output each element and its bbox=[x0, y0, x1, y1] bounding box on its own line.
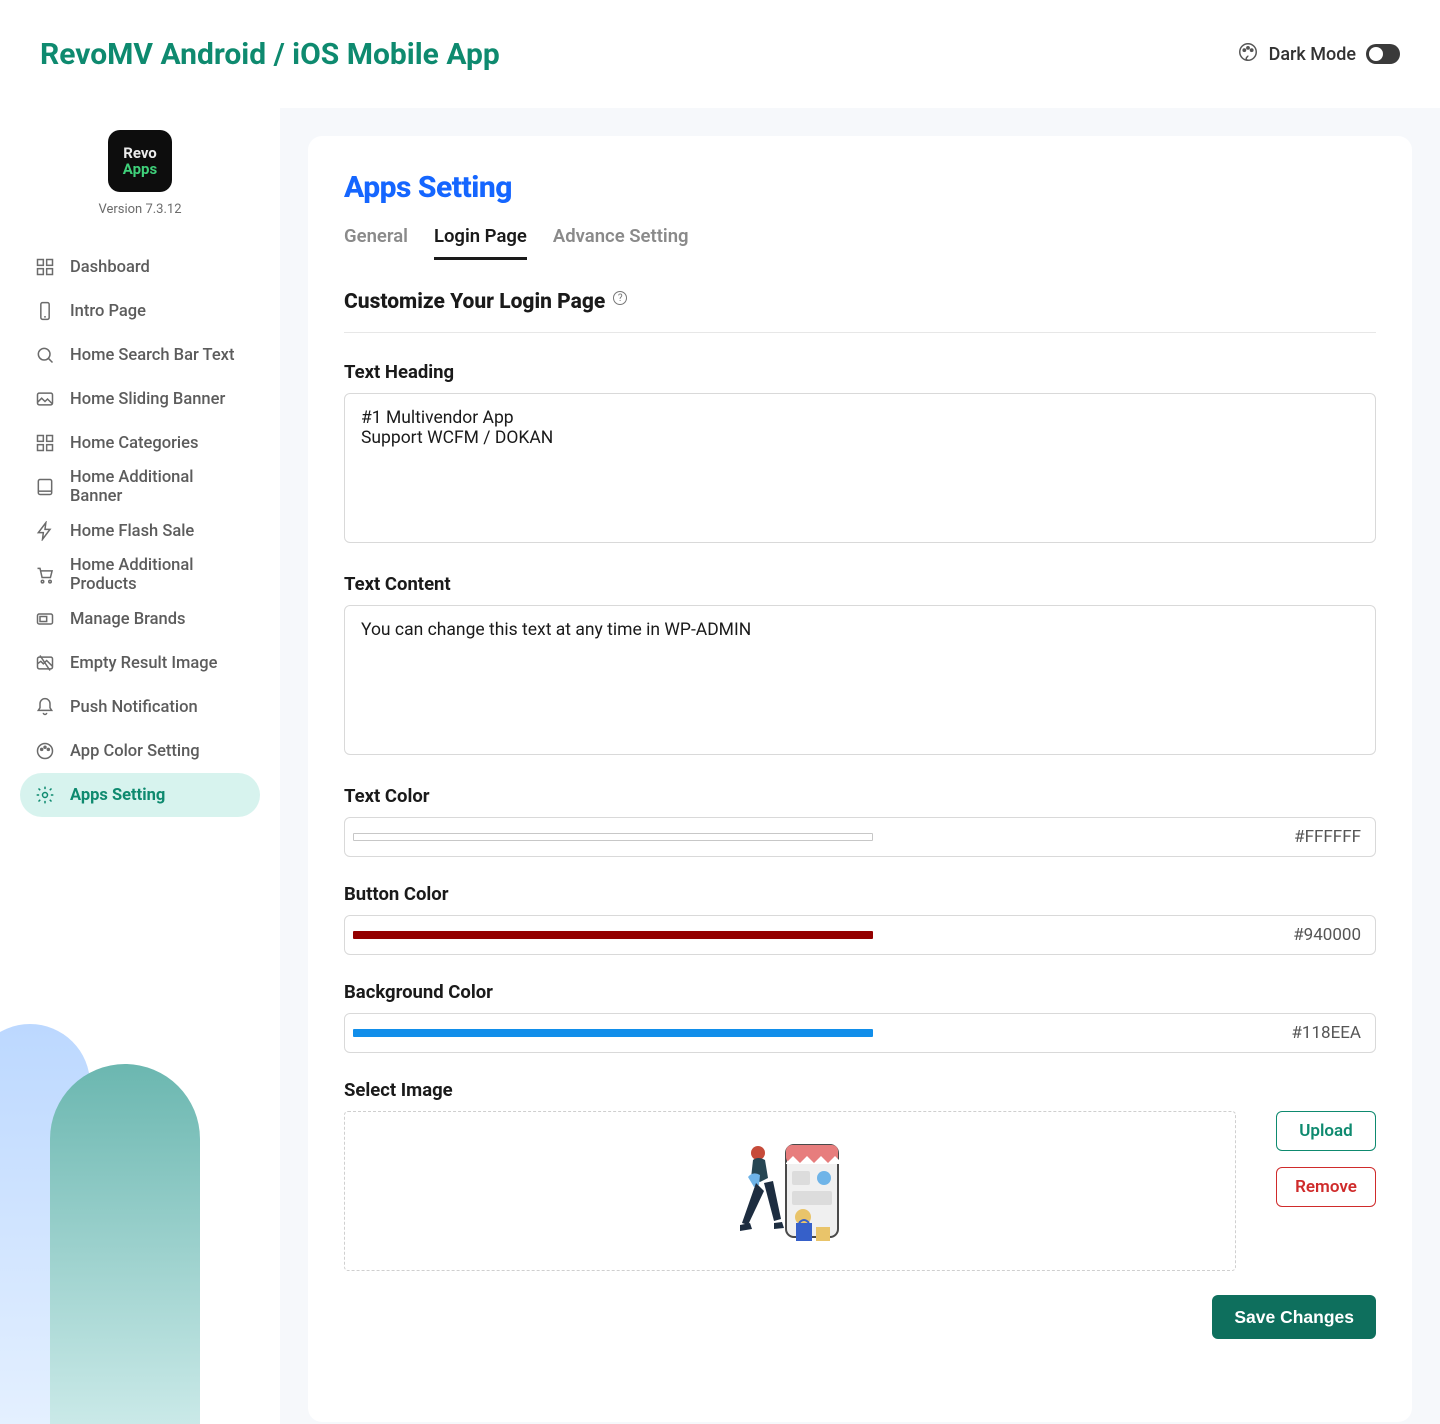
sidebar-item-additional-products[interactable]: Home Additional Products bbox=[20, 553, 260, 597]
label-background-color: Background Color bbox=[344, 981, 1376, 1003]
input-text-color[interactable]: #FFFFFF bbox=[344, 817, 1376, 857]
save-changes-button[interactable]: Save Changes bbox=[1212, 1295, 1376, 1339]
sidebar-item-label: Home Categories bbox=[70, 434, 198, 453]
sidebar-item-label: Apps Setting bbox=[70, 786, 165, 805]
sidebar-item-label: Push Notification bbox=[70, 698, 198, 717]
sidebar-item-app-color-setting[interactable]: App Color Setting bbox=[20, 729, 260, 773]
sidebar-item-dashboard[interactable]: Dashboard bbox=[20, 245, 260, 289]
palette-icon bbox=[1237, 41, 1259, 68]
search-icon bbox=[34, 344, 56, 366]
color-hex: #940000 bbox=[1293, 925, 1375, 945]
image-buttons: Upload Remove bbox=[1276, 1111, 1376, 1207]
label-select-image: Select Image bbox=[344, 1079, 1376, 1101]
color-swatch bbox=[353, 931, 873, 939]
sidebar-item-label: Manage Brands bbox=[70, 610, 186, 629]
settings-card: Apps Setting General Login Page Advance … bbox=[308, 136, 1412, 1422]
sidebar-item-flash-sale[interactable]: Home Flash Sale bbox=[20, 509, 260, 553]
sidebar-item-label: Dashboard bbox=[70, 258, 150, 277]
color-hex: #FFFFFF bbox=[1294, 827, 1375, 847]
cart-icon bbox=[34, 564, 56, 586]
sidebar-item-search-bar-text[interactable]: Home Search Bar Text bbox=[20, 333, 260, 377]
image-icon bbox=[34, 388, 56, 410]
version-text: Version 7.3.12 bbox=[98, 202, 181, 217]
label-text-content: Text Content bbox=[344, 573, 1376, 595]
grid-icon bbox=[34, 432, 56, 454]
image-dropzone[interactable] bbox=[344, 1111, 1236, 1271]
sidebar-item-empty-result-image[interactable]: Empty Result Image bbox=[20, 641, 260, 685]
sidebar-item-home-categories[interactable]: Home Categories bbox=[20, 421, 260, 465]
broken-image-icon bbox=[34, 652, 56, 674]
sidebar-nav: Dashboard Intro Page Home Search Bar Tex… bbox=[20, 245, 260, 817]
app-title: RevoMV Android / iOS Mobile App bbox=[40, 37, 500, 72]
logo-line1: Revo bbox=[123, 145, 157, 162]
dark-mode-label: Dark Mode bbox=[1269, 44, 1356, 65]
input-background-color[interactable]: #118EEA bbox=[344, 1013, 1376, 1053]
bell-icon bbox=[34, 696, 56, 718]
label-button-color: Button Color bbox=[344, 883, 1376, 905]
sidebar-item-label: App Color Setting bbox=[70, 742, 200, 761]
color-hex: #118EEA bbox=[1291, 1023, 1375, 1043]
sidebar-item-sliding-banner[interactable]: Home Sliding Banner bbox=[20, 377, 260, 421]
login-image-preview bbox=[720, 1131, 860, 1251]
section-header: Customize Your Login Page ? bbox=[344, 290, 1376, 333]
label-text-color: Text Color bbox=[344, 785, 1376, 807]
upload-button[interactable]: Upload bbox=[1276, 1111, 1376, 1151]
tabs: General Login Page Advance Setting bbox=[344, 225, 1376, 260]
tab-general[interactable]: General bbox=[344, 225, 408, 260]
phone-icon bbox=[34, 300, 56, 322]
label-icon bbox=[34, 608, 56, 630]
sidebar-item-apps-setting[interactable]: Apps Setting bbox=[20, 773, 260, 817]
help-icon[interactable]: ? bbox=[613, 291, 627, 305]
sidebar: Revo Apps Version 7.3.12 Dashboard Intro… bbox=[0, 108, 280, 1424]
sidebar-item-additional-banner[interactable]: Home Additional Banner bbox=[20, 465, 260, 509]
sidebar-item-label: Home Additional Banner bbox=[70, 468, 246, 506]
dashboard-icon bbox=[34, 256, 56, 278]
input-text-content[interactable] bbox=[344, 605, 1376, 755]
logo-line2: Apps bbox=[123, 161, 157, 178]
label-text-heading: Text Heading bbox=[344, 361, 1376, 383]
gear-icon bbox=[34, 784, 56, 806]
logo: Revo Apps bbox=[108, 130, 172, 192]
tab-login-page[interactable]: Login Page bbox=[434, 225, 527, 260]
sidebar-item-label: Home Additional Products bbox=[70, 556, 246, 594]
sidebar-item-label: Home Search Bar Text bbox=[70, 346, 234, 365]
main-area: Apps Setting General Login Page Advance … bbox=[280, 108, 1440, 1424]
logo-block: Revo Apps Version 7.3.12 bbox=[20, 130, 260, 217]
remove-button[interactable]: Remove bbox=[1276, 1167, 1376, 1207]
sidebar-item-label: Intro Page bbox=[70, 302, 146, 321]
sidebar-item-manage-brands[interactable]: Manage Brands bbox=[20, 597, 260, 641]
tablet-icon bbox=[34, 476, 56, 498]
input-text-heading[interactable] bbox=[344, 393, 1376, 543]
dark-mode-control: Dark Mode bbox=[1237, 41, 1400, 68]
sidebar-item-label: Empty Result Image bbox=[70, 654, 217, 673]
sidebar-item-push-notification[interactable]: Push Notification bbox=[20, 685, 260, 729]
select-image-row: Upload Remove bbox=[344, 1111, 1376, 1271]
color-swatch bbox=[353, 1029, 873, 1037]
dark-mode-toggle[interactable] bbox=[1366, 44, 1400, 64]
sidebar-item-label: Home Sliding Banner bbox=[70, 390, 225, 409]
sidebar-item-label: Home Flash Sale bbox=[70, 522, 194, 541]
bolt-icon bbox=[34, 520, 56, 542]
top-bar: RevoMV Android / iOS Mobile App Dark Mod… bbox=[0, 0, 1440, 108]
sidebar-item-intro-page[interactable]: Intro Page bbox=[20, 289, 260, 333]
section-title: Customize Your Login Page bbox=[344, 290, 605, 314]
tab-advance-setting[interactable]: Advance Setting bbox=[553, 225, 689, 260]
save-row: Save Changes bbox=[344, 1295, 1376, 1339]
page-title: Apps Setting bbox=[344, 170, 1376, 205]
color-swatch bbox=[353, 833, 873, 841]
palette-icon bbox=[34, 740, 56, 762]
input-button-color[interactable]: #940000 bbox=[344, 915, 1376, 955]
decoration-blob bbox=[50, 1064, 200, 1424]
